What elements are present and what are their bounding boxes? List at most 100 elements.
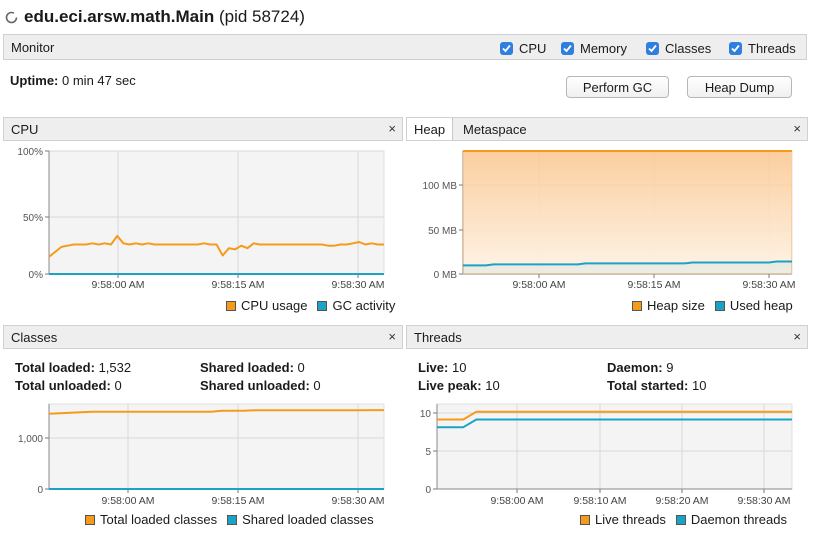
cpu-chart: 100% 50% 0% 9:58:00 AM 9:58:15 AM 9:58:30 AM	[17, 147, 385, 291]
stat-label: Shared unloaded:	[200, 378, 310, 393]
legend-swatch	[580, 514, 590, 525]
y-tick-label: 0	[37, 485, 43, 496]
close-icon[interactable]: ×	[388, 329, 396, 344]
legend-swatch	[317, 300, 328, 311]
legend-item-cpu-usage: CPU usage	[226, 298, 307, 313]
threads-panel-header: Threads ×	[406, 325, 808, 349]
threads-live: Live: 10	[418, 360, 466, 375]
loading-spinner-icon	[5, 11, 18, 24]
cpu-panel-title: CPU	[11, 122, 39, 137]
x-tick-label: 9:58:00 AM	[91, 279, 144, 291]
heap-area-gradient	[464, 153, 791, 273]
legend-item-used-heap: Used heap	[714, 298, 793, 313]
cpu-legend: CPU usage GC activity	[216, 298, 395, 313]
checkbox-checked-icon	[646, 41, 659, 55]
y-tick-label: 100 MB	[423, 181, 458, 192]
legend-swatch	[85, 514, 95, 525]
stat-label: Shared loaded:	[200, 360, 294, 375]
heap-chart: 100 MB 50 MB 0 MB 9:58:00 AM 9:58:15 AM 9:58:…	[423, 150, 796, 291]
plot-area	[48, 150, 385, 275]
x-tick-label: 9:58:20 AM	[655, 495, 708, 507]
stat-label: Total started:	[607, 378, 689, 393]
legend-swatch	[714, 300, 725, 311]
threads-chart: 10 5 0 9:58:00 AM 9:58:10 AM 9:58:20 AM 9:58:3…	[420, 403, 793, 507]
cpu-checkbox-label: CPU	[519, 40, 547, 56]
classes-legend: Total loaded classes Shared loaded class…	[75, 512, 374, 527]
legend-swatch	[632, 300, 642, 311]
classes-panel-title: Classes	[11, 330, 58, 345]
close-icon[interactable]: ×	[793, 329, 801, 344]
stat-value: 10	[451, 360, 467, 375]
legend-item-gc-activity: GC activity	[317, 298, 395, 313]
x-tick-label: 9:58:00 AM	[512, 279, 565, 291]
legend-label: Used heap	[729, 298, 793, 313]
perform-gc-button[interactable]: Perform GC	[566, 76, 669, 98]
threads-total-started: Total started: 10	[607, 378, 706, 393]
legend-item-shared-loaded-classes: Shared loaded classes	[227, 512, 374, 527]
plot-area	[436, 403, 793, 490]
x-tick-label: 9:58:10 AM	[573, 495, 626, 507]
stat-value: 10	[692, 378, 707, 393]
y-tick-label: 0 MB	[434, 270, 458, 281]
legend-item-heap-size: Heap size	[632, 298, 705, 313]
memory-checkbox-label: Memory	[580, 40, 627, 56]
legend-label: GC activity	[332, 298, 396, 313]
legend-item-daemon-threads: Daemon threads	[675, 512, 787, 527]
stat-label: Daemon:	[607, 360, 663, 375]
stat-value: 10	[485, 378, 500, 393]
tab-metaspace[interactable]: Metaspace	[456, 118, 534, 140]
x-tick-label: 9:58:00 AM	[490, 495, 543, 507]
classes-shared-loaded: Shared loaded: 0	[200, 360, 305, 375]
y-tick-label: 50%	[23, 213, 43, 224]
stat-value: 9	[666, 360, 674, 375]
stat-value: 0	[114, 378, 122, 393]
app-class-name: edu.eci.arsw.math.Main	[24, 7, 215, 26]
window-title-bar: edu.eci.arsw.math.Main (pid 58724)	[0, 0, 814, 34]
close-icon[interactable]: ×	[388, 121, 396, 136]
threads-checkbox-label: Threads	[748, 40, 796, 56]
y-tick-label: 100%	[17, 147, 43, 158]
uptime-value: 0 min 47 sec	[62, 73, 136, 88]
threads-checkbox[interactable]: Threads	[729, 40, 796, 56]
y-tick-label: 0%	[29, 270, 44, 281]
x-tick-label: 9:58:30 AM	[331, 279, 384, 291]
app-title: edu.eci.arsw.math.Main (pid 58724)	[24, 7, 305, 27]
x-tick-label: 9:58:00 AM	[101, 495, 154, 507]
legend-label: Live threads	[595, 512, 666, 527]
legend-item-total-loaded-classes: Total loaded classes	[85, 512, 217, 527]
cpu-checkbox[interactable]: CPU	[500, 40, 546, 56]
x-tick-label: 9:58:15 AM	[627, 279, 680, 291]
x-tick-label: 9:58:30 AM	[331, 495, 384, 507]
stat-label: Total loaded:	[15, 360, 95, 375]
legend-swatch	[227, 514, 238, 525]
legend-item-live-threads: Live threads	[580, 512, 666, 527]
classes-total-loaded: Total loaded: 1,532	[15, 360, 131, 375]
monitor-label: Monitor	[11, 40, 55, 55]
memory-checkbox[interactable]: Memory	[561, 40, 627, 56]
threads-panel-title: Threads	[414, 330, 462, 345]
cpu-panel-header: CPU ×	[3, 117, 403, 141]
stat-label: Total unloaded:	[15, 378, 111, 393]
y-tick-label: 50 MB	[428, 226, 457, 237]
legend-label: Daemon threads	[690, 512, 787, 527]
close-icon[interactable]: ×	[793, 121, 801, 136]
tab-heap[interactable]: Heap	[407, 118, 454, 140]
threads-live-peak: Live peak: 10	[418, 378, 500, 393]
legend-label: Total loaded classes	[100, 512, 218, 527]
x-tick-label: 9:58:30 AM	[737, 495, 790, 507]
y-tick-label: 1,000	[18, 434, 43, 445]
uptime: Uptime: 0 min 47 sec	[10, 73, 136, 88]
classes-shared-unloaded: Shared unloaded: 0	[200, 378, 321, 393]
classes-checkbox[interactable]: Classes	[646, 40, 711, 56]
classes-total-unloaded: Total unloaded: 0	[15, 378, 122, 393]
legend-label: Shared loaded classes	[242, 512, 374, 527]
legend-label: Heap size	[647, 298, 705, 313]
stat-value: 0	[313, 378, 321, 393]
heap-legend: Heap size Used heap	[622, 298, 793, 313]
checkbox-checked-icon	[561, 41, 574, 55]
stat-label: Live peak:	[418, 378, 482, 393]
y-tick-label: 10	[420, 409, 432, 420]
heap-dump-button[interactable]: Heap Dump	[687, 76, 792, 98]
threads-legend: Live threads Daemon threads	[570, 512, 787, 527]
legend-swatch	[675, 514, 686, 525]
